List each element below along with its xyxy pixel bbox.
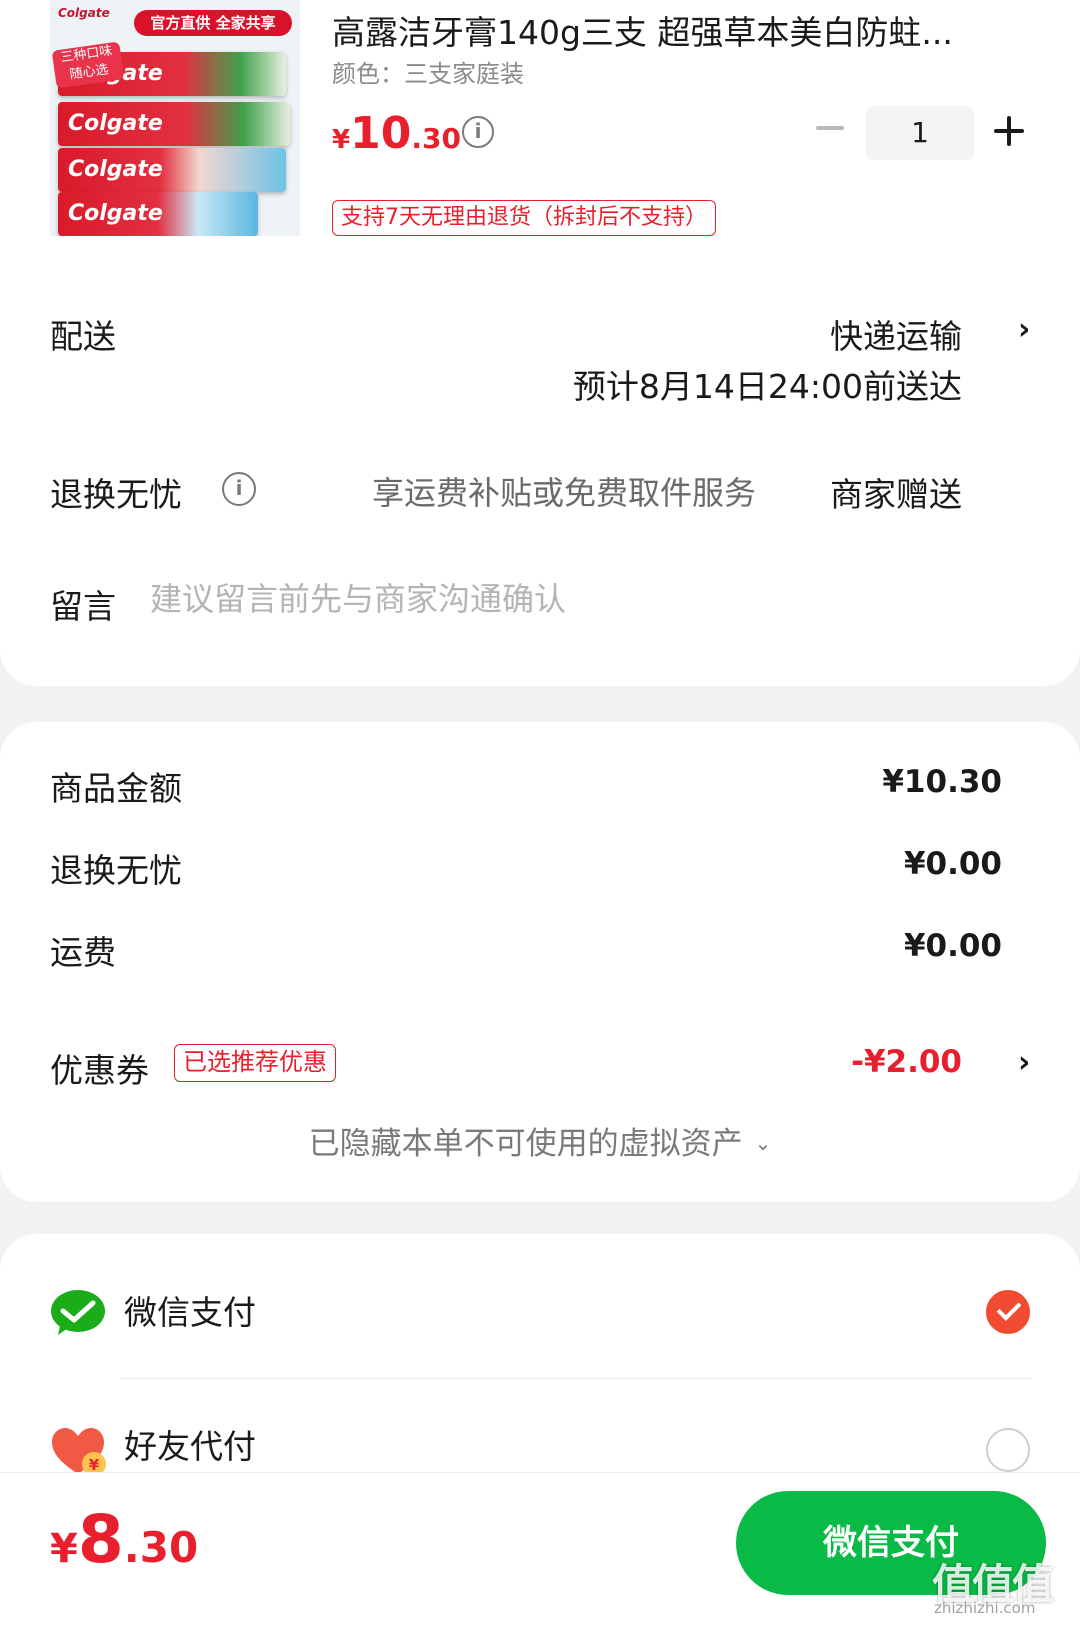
shipping-fee-value: ¥0.00	[903, 928, 1002, 964]
price-info-icon[interactable]: i	[462, 116, 494, 148]
product-image-banner: 官方直供 全家共享	[134, 10, 292, 36]
worry-free-gift: 商家赠送	[830, 475, 962, 514]
total-decimal: .30	[123, 1523, 199, 1572]
shipping-fee-label: 运费	[50, 933, 116, 972]
worry-free-label: 退换无忧	[50, 475, 182, 514]
quantity-minus-button[interactable]	[814, 112, 846, 144]
price-decimal: .30	[411, 122, 461, 155]
delivery-method[interactable]: 快递运输	[830, 310, 962, 358]
goods-amount-label: 商品金额	[50, 769, 182, 808]
worry-free-fee-value: ¥0.00	[903, 846, 1002, 882]
return-policy-badge: 支持7天无理由退货（拆封后不支持）	[332, 200, 716, 236]
coupon-value[interactable]: -¥2.00	[851, 1044, 962, 1080]
product-image-logo: Colgate	[58, 6, 110, 20]
product-price: ¥10.30	[332, 108, 461, 159]
coupon-badge: 已选推荐优惠	[174, 1044, 336, 1082]
wechat-pay-radio[interactable]	[986, 1290, 1030, 1334]
wechat-pay-icon	[51, 1290, 105, 1335]
message-label: 留言	[50, 587, 116, 626]
worry-free-fee-label: 退换无忧	[50, 851, 182, 890]
worry-free-description: 享运费补贴或免费取件服务	[372, 474, 757, 512]
total-integer: 8	[77, 1501, 124, 1578]
quantity-plus-button[interactable]	[994, 116, 1024, 146]
hidden-assets-toggle[interactable]: 已隐藏本单不可使用的虚拟资产 ⌄	[0, 1118, 1080, 1163]
product-image[interactable]: Colgate 官方直供 全家共享 Colgate Colgate Colgat…	[50, 0, 300, 236]
message-input[interactable]	[150, 574, 850, 624]
divider	[120, 1378, 1032, 1379]
hidden-assets-text: 已隐藏本单不可使用的虚拟资产	[308, 1126, 743, 1162]
worry-free-info-icon[interactable]: i	[222, 472, 256, 506]
chevron-down-icon: ⌄	[754, 1131, 772, 1155]
goods-amount-value: ¥10.30	[882, 764, 1002, 800]
delivery-eta: 预计8月14日24:00前送达	[572, 367, 962, 406]
total-price: ¥8.30	[50, 1501, 198, 1578]
watermark-url: zhizhizhi.com	[934, 1599, 1036, 1617]
quantity-input[interactable]: 1	[866, 106, 974, 160]
product-title[interactable]: 高露洁牙膏140g三支 超强草本美白防蛀...	[332, 6, 1012, 54]
friend-pay-heart-icon: ¥	[52, 1428, 106, 1476]
amount-summary-card: 商品金额 ¥10.30 退换无忧 ¥0.00 运费 ¥0.00 优惠券 已选推荐…	[0, 722, 1080, 1202]
chevron-right-icon[interactable]: ›	[1018, 1045, 1030, 1080]
wechat-pay-label[interactable]: 微信支付	[124, 1286, 256, 1334]
price-integer: 10	[350, 108, 412, 159]
checkout-bar: ¥8.30 微信支付 值值值 zhizhizhi.com	[0, 1472, 1080, 1627]
toothpaste-box: Colgate	[58, 148, 286, 192]
product-variant[interactable]: 颜色：三支家庭装	[332, 54, 524, 89]
chevron-right-icon[interactable]: ›	[1018, 312, 1030, 347]
delivery-label: 配送	[50, 317, 116, 356]
total-symbol: ¥	[50, 1526, 78, 1572]
product-card: Colgate 官方直供 全家共享 Colgate Colgate Colgat…	[0, 0, 1080, 686]
friend-pay-label[interactable]: 好友代付	[124, 1420, 256, 1468]
coupon-label: 优惠券	[50, 1051, 149, 1090]
toothpaste-box: Colgate	[58, 102, 290, 146]
toothpaste-box: Colgate	[58, 192, 258, 236]
price-symbol: ¥	[332, 125, 351, 155]
friend-pay-radio[interactable]	[986, 1428, 1030, 1472]
